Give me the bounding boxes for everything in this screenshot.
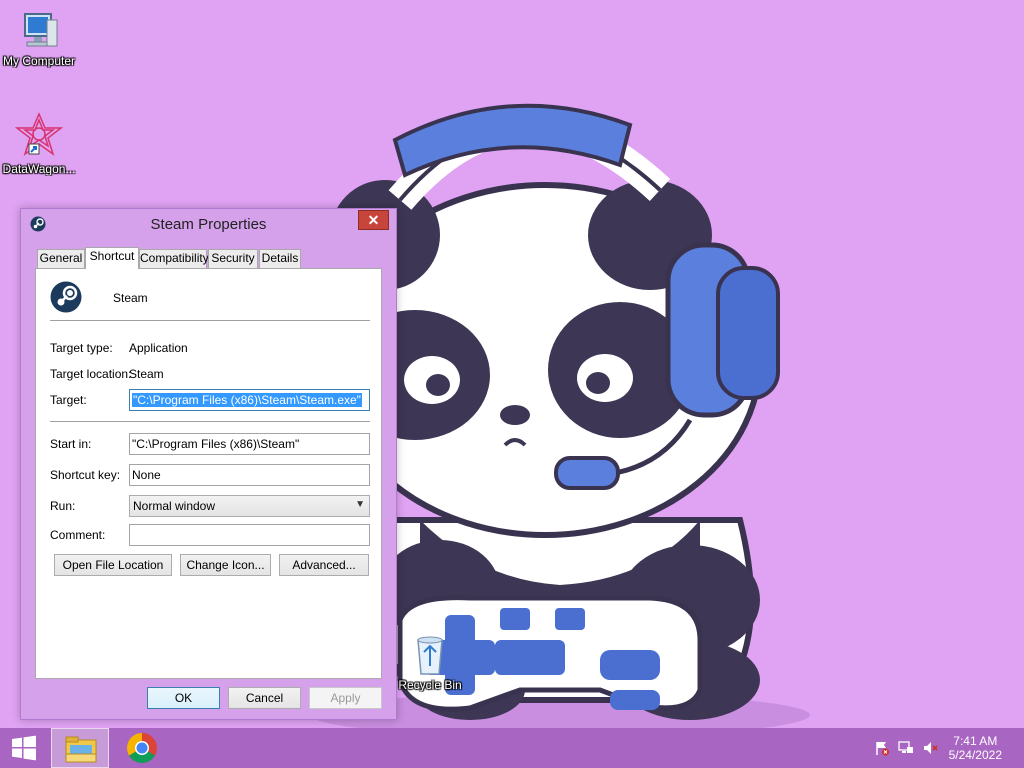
target-location-label: Target location: (50, 367, 132, 381)
start-in-input[interactable]: "C:\Program Files (x86)\Steam" (129, 433, 370, 455)
comment-input[interactable] (129, 524, 370, 546)
target-label: Target: (50, 393, 87, 407)
tab-shortcut[interactable]: Shortcut (85, 247, 139, 269)
desktop-icon-datawagon[interactable]: DataWagon... (0, 112, 78, 176)
target-type-value: Application (129, 341, 188, 355)
taskbar-chrome[interactable] (113, 728, 171, 768)
shortcut-tab-panel: Steam Target type: Application Target lo… (35, 268, 382, 679)
desktop-icon-label: Recycle Bin (398, 678, 462, 692)
run-label: Run: (50, 499, 76, 513)
recycle-bin-icon (417, 636, 443, 675)
computer-icon (24, 13, 58, 47)
chrome-icon (126, 733, 157, 764)
tab-general[interactable]: General (37, 249, 85, 268)
open-file-location-button[interactable]: Open File Location (54, 554, 172, 576)
change-icon-button[interactable]: Change Icon... (180, 554, 271, 576)
volume-muted-icon[interactable] (922, 740, 938, 756)
steam-properties-dialog: Steam Properties ✕ General Shortcut Comp… (20, 208, 397, 720)
desktop-icon-my-computer[interactable]: My Computer (0, 10, 78, 68)
target-input[interactable]: "C:\Program Files (x86)\Steam\Steam.exe" (129, 389, 370, 411)
cancel-button[interactable]: Cancel (228, 687, 301, 709)
clock-date: 5/24/2022 (948, 748, 1002, 762)
taskbar: 7:41 AM 5/24/2022 (0, 728, 1024, 768)
file-explorer-icon (65, 736, 97, 763)
clock-time: 7:41 AM (953, 734, 998, 748)
chevron-down-icon: ▼ (355, 499, 365, 510)
run-select-value: Normal window (133, 499, 216, 513)
start-in-label: Start in: (50, 437, 92, 451)
apply-button[interactable]: Apply (309, 687, 382, 709)
datawagon-icon (15, 112, 63, 156)
shortcut-key-input[interactable]: None (129, 464, 370, 486)
tab-compatibility[interactable]: Compatibility (139, 249, 209, 268)
tab-security[interactable]: Security (208, 249, 258, 268)
shortcut-key-label: Shortcut key: (50, 468, 121, 482)
system-clock[interactable]: 7:41 AM 5/24/2022 (949, 734, 1002, 762)
start-button[interactable] (0, 728, 48, 768)
desktop-icon-label: DataWagon... (2, 162, 76, 176)
start-icon (12, 735, 36, 761)
comment-label: Comment: (50, 528, 106, 542)
network-icon[interactable] (898, 740, 914, 756)
dialog-title: Steam Properties (150, 216, 267, 233)
target-input-value: "C:\Program Files (x86)\Steam\Steam.exe" (132, 393, 362, 407)
dialog-titlebar[interactable]: Steam Properties ✕ (21, 209, 396, 239)
shortcut-name: Steam (113, 291, 148, 305)
steam-logo-icon (50, 281, 82, 313)
run-select[interactable]: Normal window ▼ (129, 495, 370, 517)
close-icon: ✕ (367, 212, 380, 228)
ok-button[interactable]: OK (147, 687, 220, 709)
tab-details[interactable]: Details (259, 249, 301, 268)
target-type-label: Target type: (50, 341, 113, 355)
desktop-icon-label: My Computer (2, 54, 76, 68)
close-button[interactable]: ✕ (358, 210, 389, 230)
action-center-flag-icon[interactable] (874, 740, 890, 756)
advanced-button[interactable]: Advanced... (279, 554, 369, 576)
target-location-value: Steam (129, 367, 164, 381)
divider (50, 320, 370, 321)
divider (50, 421, 370, 422)
desktop-icon-recycle-bin[interactable]: Recycle Bin (391, 632, 469, 692)
taskbar-file-explorer[interactable] (51, 728, 109, 768)
